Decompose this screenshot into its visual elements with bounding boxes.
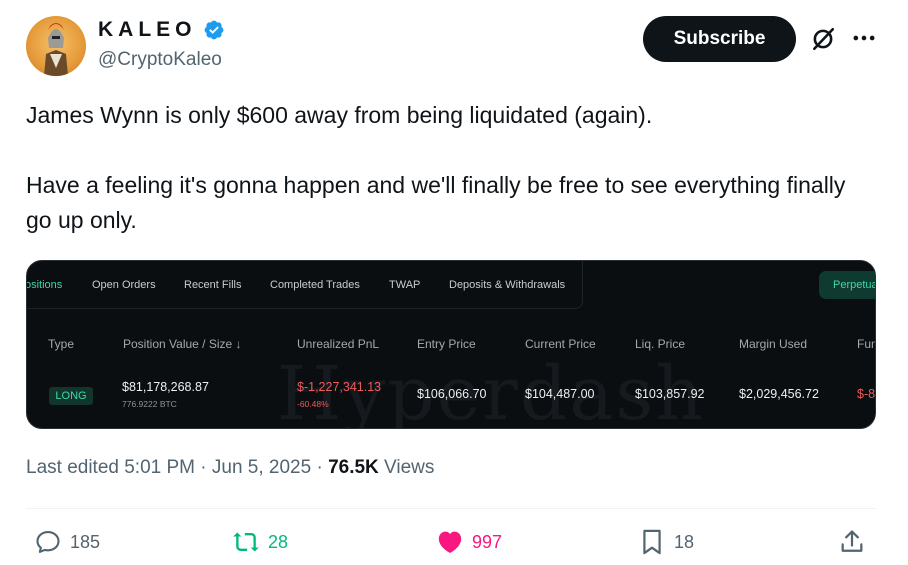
col-liq-price: Liq. Price (635, 337, 686, 351)
tweet-line-2: Have a feeling it's gonna happen and we'… (26, 172, 846, 233)
bookmark-button[interactable]: 18 (638, 528, 694, 556)
tweet-header: KALEO @CryptoKaleo Subscribe (26, 14, 886, 78)
position-size: 776.9222 BTC (122, 399, 177, 409)
tab-open-orders: Open Orders (92, 279, 156, 291)
bookmark-icon (643, 529, 661, 555)
divider (26, 508, 876, 509)
positions-tab-bar: ositions Open Orders Recent Fills Comple… (27, 261, 583, 309)
views-label: Views (378, 457, 435, 478)
unrealized-pnl-pct: -60.48% (297, 399, 329, 409)
margin-used: $2,029,456.72 (739, 387, 819, 401)
heart-icon (438, 531, 462, 553)
views-count: 76.5K (328, 457, 379, 478)
tweet-line-1: James Wynn is only $600 away from being … (26, 102, 653, 128)
funding: $-8 (857, 387, 876, 401)
avatar[interactable] (26, 16, 86, 76)
unrealized-pnl: $-1,227,341.13 (297, 380, 382, 394)
timestamp[interactable]: Last edited 5:01 PM · Jun 5, 2025 · (26, 457, 328, 478)
like-button[interactable]: 997 (436, 528, 502, 556)
col-funding: Fun (857, 337, 876, 351)
subscribe-button[interactable]: Subscribe (643, 16, 796, 62)
name-row: KALEO (98, 18, 225, 42)
tab-twap: TWAP (389, 279, 421, 291)
reply-button[interactable]: 185 (34, 528, 100, 556)
tab-deposits-withdrawals: Deposits & Withdrawals (449, 279, 566, 291)
liq-price: $103,857.92 (635, 387, 705, 401)
attached-image[interactable]: Hyperdash ositions Open Orders Recent Fi… (26, 260, 876, 429)
repost-button[interactable]: 28 (232, 528, 288, 556)
entry-price: $106,066.70 (417, 387, 487, 401)
tweet-meta: Last edited 5:01 PM · Jun 5, 2025 · 76.5… (26, 457, 434, 479)
like-count: 997 (472, 531, 503, 552)
col-position-value: Position Value / Size ↓ (123, 337, 242, 351)
more-icon[interactable] (850, 24, 878, 52)
tweet-text: James Wynn is only $600 away from being … (26, 98, 876, 238)
col-type: Type (48, 337, 75, 351)
share-button[interactable] (838, 528, 866, 556)
col-entry-price: Entry Price (417, 337, 476, 351)
tab-completed-trades: Completed Trades (270, 279, 360, 291)
reply-count: 185 (70, 531, 101, 552)
verified-badge-icon (204, 20, 223, 40)
long-badge: LONG (49, 387, 93, 405)
display-name[interactable]: KALEO (98, 18, 197, 42)
col-current-price: Current Price (525, 337, 596, 351)
position-value: $81,178,268.87 (122, 380, 209, 394)
tab-recent-fills: Recent Fills (184, 279, 242, 291)
avatar-image (44, 23, 68, 76)
bookmark-count: 18 (674, 531, 695, 552)
handle[interactable]: @CryptoKaleo (98, 49, 222, 71)
repost-icon (233, 532, 259, 552)
tab-positions: ositions (26, 279, 63, 291)
col-unrealized-pnl: Unrealized PnL (297, 337, 380, 351)
grok-icon[interactable] (810, 26, 836, 52)
share-icon (841, 530, 863, 552)
col-margin-used: Margin Used (739, 337, 808, 351)
repost-count: 28 (268, 531, 289, 552)
perpetuals-pill: Perpetua (819, 271, 875, 299)
current-price: $104,487.00 (525, 387, 595, 401)
reply-icon (36, 531, 60, 553)
